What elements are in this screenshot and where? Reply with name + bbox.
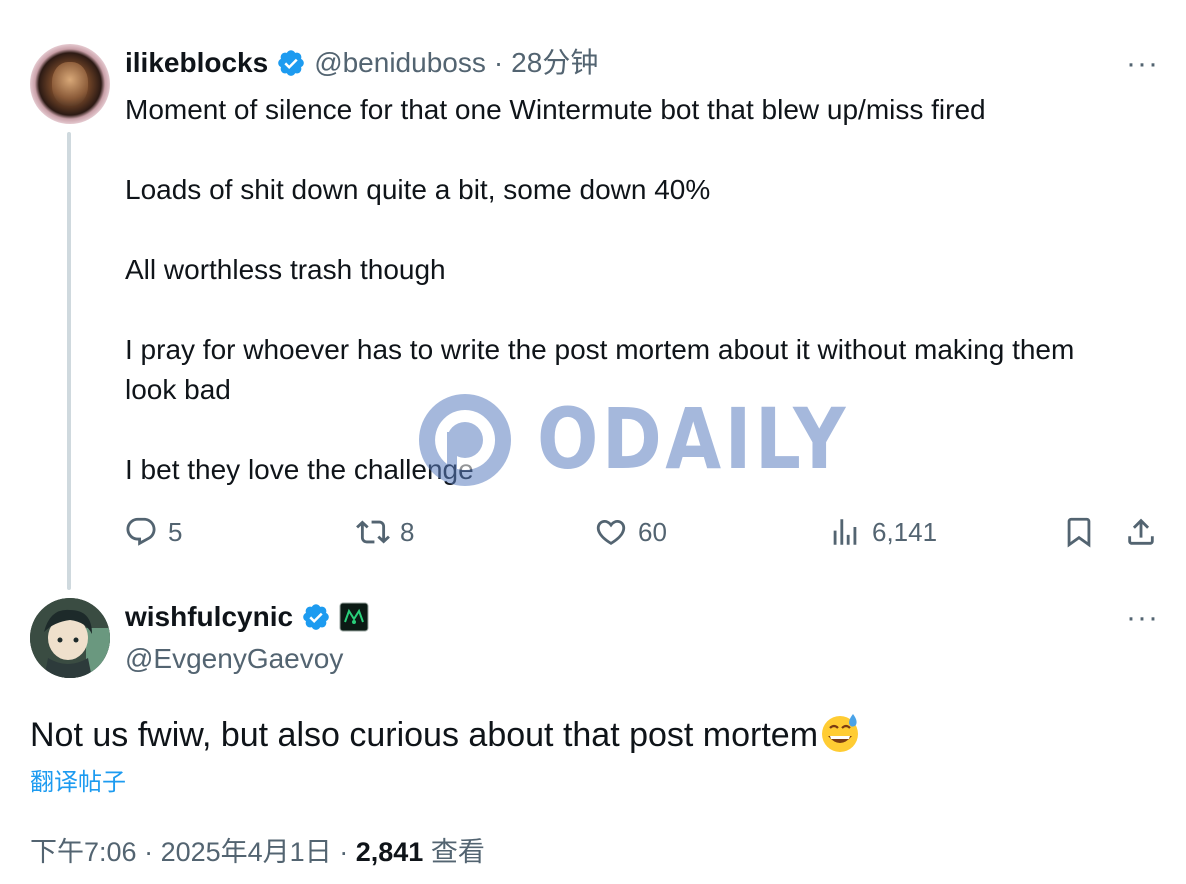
display-name[interactable]: wishfulcynic <box>125 600 293 634</box>
display-name[interactable]: ilikeblocks <box>125 46 268 80</box>
timestamp[interactable]: 28分钟 <box>511 46 598 80</box>
tweet-header: ilikeblocks @beniduboss · 28分钟 <box>125 46 598 80</box>
translate-post-link[interactable]: 翻译帖子 <box>30 768 126 798</box>
share-button[interactable] <box>1124 512 1158 552</box>
reply-body: Not us fwiw, but also curious about that… <box>30 716 819 754</box>
reply-button[interactable]: 5 <box>124 512 182 552</box>
bookmark-icon <box>1067 517 1091 548</box>
reply-icon <box>126 517 156 546</box>
retweet-button[interactable]: 8 <box>356 512 414 552</box>
affiliate-badge-icon[interactable] <box>339 602 369 632</box>
grinning-face-with-sweat-icon <box>822 714 859 752</box>
like-button[interactable]: 60 <box>594 512 667 552</box>
views-button[interactable]: 6,141 <box>828 512 937 552</box>
user-handle[interactable]: @beniduboss <box>314 46 486 80</box>
post-time[interactable]: 下午7:06 <box>30 837 137 867</box>
post-date[interactable]: 2025年4月1日 <box>161 837 332 867</box>
tweet-meta: 下午7:06 · 2025年4月1日 · 2,841 查看 <box>30 836 485 868</box>
reply-count: 5 <box>168 516 183 547</box>
avatar-ilikeblocks[interactable] <box>30 44 110 124</box>
user-handle[interactable]: @EvgenyGaevoy <box>125 642 343 676</box>
tweet-paragraph: Loads of shit down quite a bit, some dow… <box>125 174 711 205</box>
views-count: 6,141 <box>872 516 938 547</box>
reply-text: Not us fwiw, but also curious about that… <box>30 712 861 757</box>
reply-header: wishfulcynic <box>125 600 369 634</box>
watermark-text: ODAILY <box>537 390 849 488</box>
retweet-count: 8 <box>400 516 415 547</box>
tweet-paragraph: Moment of silence for that one Wintermut… <box>125 94 986 125</box>
thread-connector-line <box>67 132 71 590</box>
avatar-wishfulcynic[interactable] <box>30 598 110 678</box>
verified-badge-icon <box>303 604 329 630</box>
retweet-icon <box>356 520 390 544</box>
tweet-paragraph: All worthless trash though <box>125 254 446 285</box>
heart-icon <box>596 519 626 545</box>
avatar-illustration <box>30 598 110 678</box>
views-label: 查看 <box>430 837 485 867</box>
views-count: 2,841 <box>355 837 424 867</box>
watermark-circle-icon <box>419 394 511 486</box>
share-icon <box>1128 518 1154 545</box>
more-options-icon[interactable]: ··· <box>1126 603 1159 633</box>
separator-dot: · <box>144 837 154 867</box>
verified-badge-icon <box>278 50 304 76</box>
views-chart-icon <box>833 519 857 545</box>
bookmark-button[interactable] <box>1062 512 1096 552</box>
separator-dot: · <box>493 47 504 78</box>
like-count: 60 <box>638 516 667 547</box>
separator-dot: · <box>339 837 349 867</box>
watermark-logo: ODAILY <box>415 392 845 488</box>
more-options-icon[interactable]: ··· <box>1126 49 1159 79</box>
